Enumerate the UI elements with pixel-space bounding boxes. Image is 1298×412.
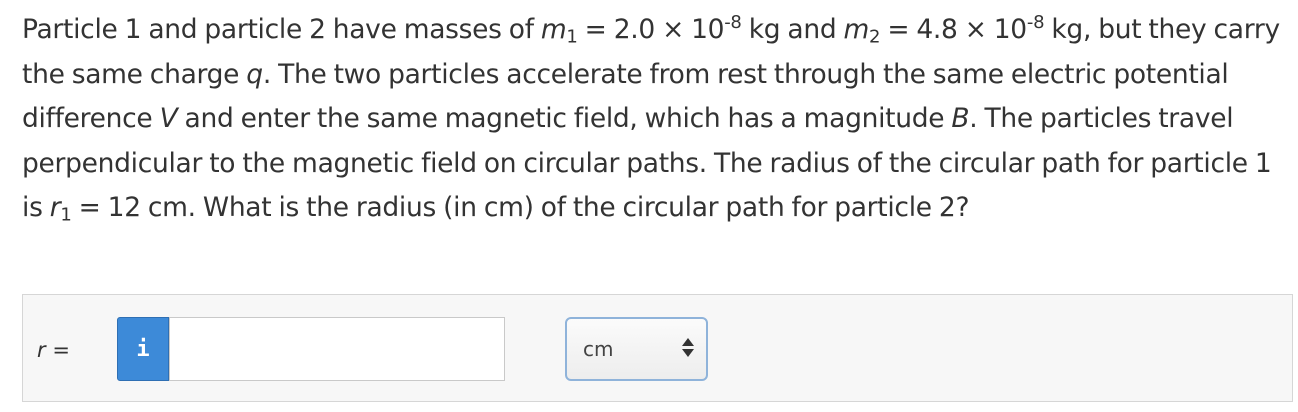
radius-1-subscript: 1 (60, 204, 72, 226)
mass-1-value: = 2.0 × 10 (577, 14, 725, 45)
mass-1-exponent: -8 (724, 12, 742, 34)
question-segment: and enter the same magnetic field, which… (177, 103, 952, 134)
question-segment: Particle 1 and particle 2 have masses of (22, 14, 541, 45)
arrow-down-icon (682, 349, 694, 357)
info-button[interactable]: i (117, 317, 169, 381)
mass-2-symbol: m (843, 14, 870, 45)
mass-1-symbol: m (540, 14, 567, 45)
field-symbol: B (951, 103, 970, 134)
question-paragraph: Particle 1 and particle 2 have masses of… (22, 8, 1284, 231)
unit-select-value: cm (583, 337, 614, 361)
mass-2-subscript: 2 (869, 26, 881, 48)
answer-input[interactable] (169, 317, 505, 381)
mass-2-value: = 4.8 × 10 (880, 14, 1027, 45)
mass-2-exponent: -8 (1026, 12, 1045, 34)
unit-select[interactable]: cm (565, 317, 708, 381)
answer-label-equals: = (45, 338, 70, 362)
answer-label: r = (37, 338, 70, 362)
question-segment: = 12 cm. What is the radius (in cm) of t… (71, 192, 970, 223)
answer-label-variable: r (37, 338, 46, 362)
question-text: Particle 1 and particle 2 have masses of… (22, 8, 1284, 231)
info-icon: i (136, 336, 150, 362)
arrow-up-icon (682, 338, 694, 346)
mass-1-subscript: 1 (566, 26, 578, 48)
voltage-symbol: V (159, 103, 178, 134)
charge-symbol: q (246, 58, 263, 90)
radius-1-symbol: r (49, 192, 61, 223)
answer-panel: r = i cm (22, 294, 1293, 402)
question-segment: kg and (741, 14, 844, 45)
up-down-arrows-icon (682, 335, 694, 363)
